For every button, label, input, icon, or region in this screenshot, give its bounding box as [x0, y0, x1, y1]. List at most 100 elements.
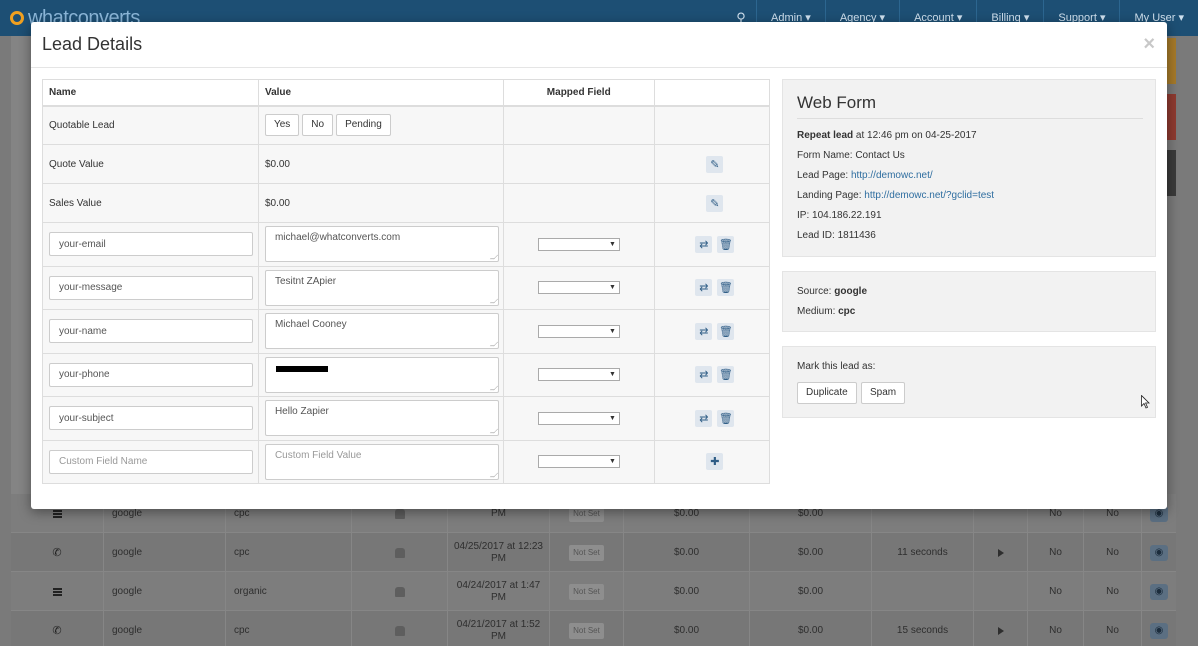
mapped-field-select[interactable]	[537, 237, 620, 251]
field-name-cell	[42, 222, 259, 267]
actions-cell: ⇄ 🗑	[654, 396, 771, 441]
field-value-input[interactable]	[264, 269, 499, 306]
status-cell: Not Set	[549, 533, 623, 572]
edit-sales-pencil-icon[interactable]: ✎	[706, 194, 724, 212]
swap-icon[interactable]: ⇄	[695, 322, 713, 340]
field-value-cell	[258, 353, 504, 397]
mapped-cell	[503, 144, 655, 184]
repeat-lead-line: Repeat lead at 12:46 pm on 04-25-2017	[797, 130, 977, 141]
trash-icon[interactable]: 🗑	[717, 366, 735, 384]
table-row[interactable]: ✆ google cpc 04/21/2017 at 1:52 PM Not S…	[11, 611, 1176, 646]
spam-cell: No	[1083, 572, 1141, 611]
field-row-name: ⇄🗑	[42, 309, 771, 354]
duplicate-cell: No	[1027, 533, 1083, 572]
play-icon[interactable]	[997, 626, 1004, 635]
mapped-field-select[interactable]	[537, 411, 620, 425]
field-name-input[interactable]	[49, 362, 253, 387]
header-name: Name	[42, 79, 259, 107]
field-value-cell	[258, 440, 504, 484]
spam-button[interactable]: Spam	[861, 382, 906, 404]
swap-icon[interactable]: ⇄	[695, 409, 713, 427]
field-row-subject: ⇄🗑	[42, 396, 771, 441]
mapped-cell	[503, 105, 655, 145]
status-badge: Not Set	[569, 622, 604, 639]
sales-value-row: Sales Value $0.00 ✎	[42, 183, 771, 223]
play-icon[interactable]	[997, 548, 1004, 557]
lead-id: Lead ID: 1811436	[797, 230, 876, 241]
duplicate-button[interactable]: Duplicate	[797, 382, 857, 404]
lead-fields-table: Name Value Mapped Field Quotable Lead Ye…	[42, 79, 771, 484]
medium-cell: cpc	[225, 611, 351, 646]
phone-icon: ✆	[52, 624, 62, 637]
datetime-cell: 04/24/2017 at 1:47 PM	[447, 572, 549, 611]
swap-icon[interactable]: ⇄	[695, 279, 713, 297]
table-row[interactable]: google organic 04/24/2017 at 1:47 PM Not…	[11, 572, 1176, 611]
source-cell: google	[103, 533, 225, 572]
edit-quote-pencil-icon[interactable]: ✎	[706, 155, 724, 173]
lead-type-cell	[11, 572, 103, 611]
eye-icon[interactable]: ◉	[1150, 622, 1168, 639]
mouse-cursor-icon	[1141, 395, 1150, 409]
close-icon[interactable]: ×	[1143, 34, 1155, 54]
trash-icon[interactable]: 🗑	[717, 235, 735, 253]
eye-icon[interactable]: ◉	[1150, 544, 1168, 561]
actions-cell: ⇄ 🗑	[654, 353, 771, 397]
field-name-input[interactable]	[49, 275, 253, 300]
trash-icon[interactable]: 🗑	[717, 409, 735, 427]
duration-cell: 15 seconds	[871, 611, 973, 646]
form-icon	[52, 509, 62, 518]
custom-field-value-input[interactable]	[264, 443, 499, 480]
status-cell: Not Set	[549, 611, 623, 646]
source-line: Source: google	[797, 286, 867, 297]
mapped-field-select[interactable]	[537, 324, 620, 338]
repeat-lead-label: Repeat lead	[797, 130, 854, 141]
status-badge: Not Set	[569, 544, 604, 561]
add-field-plus-icon[interactable]: ✚	[706, 453, 724, 471]
custom-field-name-input[interactable]	[49, 449, 253, 474]
field-name-input[interactable]	[49, 232, 253, 257]
quotable-pending-button[interactable]: Pending	[336, 114, 391, 137]
background-dark-box	[1166, 150, 1176, 196]
field-value-input[interactable]	[264, 356, 499, 393]
divider	[797, 118, 1143, 119]
mapped-cell	[503, 266, 655, 310]
duration-cell	[871, 572, 973, 611]
lead-page-link[interactable]: http://demowc.net/	[851, 170, 933, 181]
source-cell: google	[103, 572, 225, 611]
trash-icon[interactable]: 🗑	[717, 279, 735, 297]
field-value-input[interactable]	[264, 400, 499, 437]
field-value-cell	[258, 396, 504, 441]
field-name-cell	[42, 266, 259, 310]
custom-field-row: ✚	[42, 440, 771, 484]
mapped-field-select[interactable]	[537, 368, 620, 382]
quote-value-label: Quote Value	[42, 144, 259, 184]
field-value-input[interactable]	[264, 226, 499, 263]
background-red-box	[1166, 94, 1176, 140]
landing-page-label: Landing Page:	[797, 190, 865, 201]
mapped-cell	[503, 353, 655, 397]
swap-icon[interactable]: ⇄	[695, 366, 713, 384]
mapped-field-select[interactable]	[537, 455, 620, 469]
eye-icon[interactable]: ◉	[1150, 583, 1168, 600]
view-cell: ◉	[1141, 611, 1176, 646]
field-name-cell	[42, 396, 259, 441]
field-value-cell	[258, 266, 504, 310]
table-row[interactable]: ✆ google cpc 04/25/2017 at 12:23 PM Not …	[11, 533, 1176, 572]
logo-icon	[10, 11, 24, 25]
actions-cell: ✚	[654, 440, 771, 484]
trash-icon[interactable]: 🗑	[717, 322, 735, 340]
field-value-input[interactable]	[264, 313, 499, 350]
field-name-input[interactable]	[49, 319, 253, 344]
actions-cell: ⇄ 🗑	[654, 222, 771, 267]
quotable-no-button[interactable]: No	[302, 114, 334, 137]
field-name-input[interactable]	[49, 406, 253, 431]
form-icon	[52, 587, 62, 596]
swap-icon[interactable]: ⇄	[695, 235, 713, 253]
mapped-cell	[503, 309, 655, 354]
landing-page-link[interactable]: http://demowc.net/?gclid=test	[864, 190, 994, 201]
quotable-yes-button[interactable]: Yes	[264, 114, 300, 137]
quote-value-row: Quote Value $0.00 ✎	[42, 144, 771, 184]
sales-cell: $0.00	[749, 611, 871, 646]
mapped-field-select[interactable]	[537, 281, 620, 295]
background-leads-table: google cpc PM Not Set $0.00 $0.00 No No …	[11, 494, 1176, 646]
